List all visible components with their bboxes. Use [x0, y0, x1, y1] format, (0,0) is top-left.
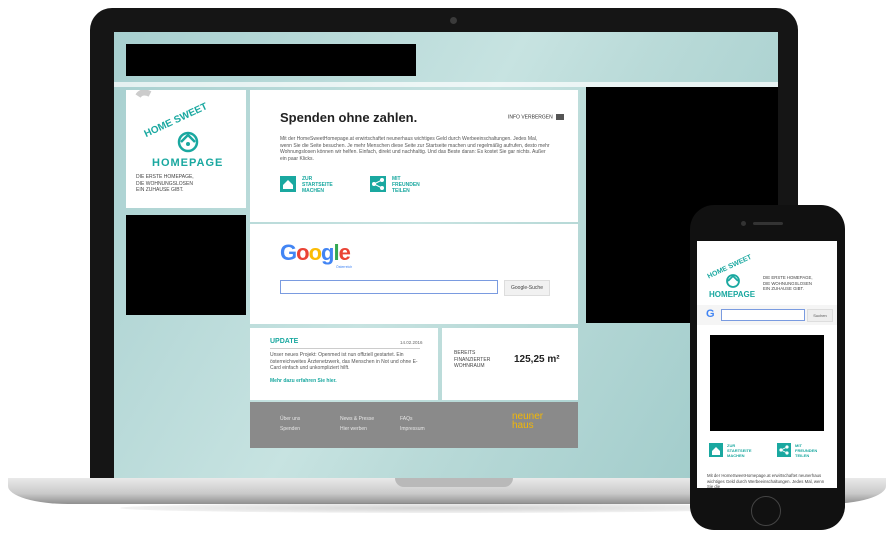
share-friends-label: MIT FREUNDEN TEILEN — [392, 176, 420, 194]
mobile-make-homepage-button[interactable]: ZUR STARTSEITE MACHEN — [709, 443, 769, 465]
hide-info-button[interactable]: INFO VERBERGEN — [508, 114, 565, 121]
mobile-share-button[interactable]: MIT FREUNDEN TEILEN — [777, 443, 837, 465]
footer-link-faqs[interactable]: FAQs — [400, 416, 413, 422]
house-heart-icon — [177, 131, 199, 153]
make-homepage-label: ZUR STARTSEITE MACHEN — [302, 176, 333, 194]
mobile-search-bar: G Suchen — [697, 305, 837, 325]
share-icon — [370, 176, 386, 192]
laptop-screen: HOME SWEET HOMEPAGE DIE ERSTE HOMEPAGE, … — [114, 32, 778, 478]
phone-speaker — [753, 222, 783, 225]
google-sub: Österreich — [336, 265, 353, 269]
update-text: Unser neues Projekt: Openmed ist nun off… — [270, 352, 418, 371]
update-panel: UPDATE 14.02.2016 Unser neues Projekt: O… — [250, 328, 438, 400]
mobile-house-heart-icon — [726, 274, 740, 288]
logo-panel: HOME SWEET HOMEPAGE DIE ERSTE HOMEPAGE, … — [126, 89, 246, 208]
google-g-icon: G — [706, 308, 715, 320]
update-label: UPDATE — [270, 338, 299, 345]
mobile-share-icon — [777, 443, 791, 457]
share-friends-button[interactable]: MIT FREUNDEN TEILEN — [370, 176, 450, 200]
mobile-ad[interactable] — [710, 335, 824, 431]
intro-panel: Spenden ohne zahlen. INFO VERBERGEN Mit … — [250, 90, 578, 222]
footer-link-advertise[interactable]: Hier werben — [340, 426, 367, 432]
footer-link-news[interactable]: News & Presse — [340, 416, 374, 422]
phone-camera — [741, 221, 746, 226]
logo-bottom-text: HOMEPAGE — [152, 157, 223, 169]
ad-left[interactable] — [126, 215, 246, 315]
ad-banner-top[interactable] — [126, 44, 416, 76]
mobile-logo-bottom: HOMEPAGE — [709, 290, 756, 299]
mobile-share-label: MIT FREUNDEN TEILEN — [795, 443, 818, 458]
home-sweet-homepage-logo[interactable]: HOME SWEET HOMEPAGE — [126, 89, 246, 170]
intro-title: Spenden ohne zahlen. — [280, 110, 418, 125]
search-input[interactable] — [280, 280, 498, 294]
mobile-search-input[interactable] — [721, 309, 805, 321]
mobile-logo[interactable]: HOME SWEET HOMEPAGE — [701, 249, 763, 301]
mobile-house-icon — [709, 443, 723, 457]
mobile-make-homepage-label: ZUR STARTSEITE MACHEN — [727, 443, 752, 458]
intro-text: Mit der HomeSweetHomepage.at erwirtschaf… — [280, 136, 550, 162]
footer-link-about[interactable]: Über uns — [280, 416, 300, 422]
footer: Über uns Spenden News & Presse Hier werb… — [250, 402, 578, 448]
laptop-camera — [450, 17, 457, 24]
tagline: DIE ERSTE HOMEPAGE, DIE WOHNUNGSLOSEN EI… — [136, 174, 194, 193]
phone-home-button[interactable] — [751, 496, 781, 526]
laptop-notch — [395, 478, 513, 487]
update-link[interactable]: Mehr dazu erfahren Sie hier. — [270, 378, 337, 384]
phone-screen: HOME SWEET HOMEPAGE DIE ERSTE HOMEPAGE, … — [697, 241, 837, 488]
footer-link-imprint[interactable]: Impressum — [400, 426, 425, 432]
house-icon — [280, 176, 296, 192]
make-homepage-button[interactable]: ZUR STARTSEITE MACHEN — [280, 176, 350, 200]
update-divider — [270, 348, 420, 349]
google-search-button[interactable]: Google-Suche — [504, 280, 550, 296]
mobile-intro-text: Mit der HomeSweetHomepage.at erwirtschaf… — [707, 473, 825, 488]
neunerhaus-logo-line2: haus — [512, 420, 534, 431]
stats-panel: BEREITS FINANZIERTER WOHNRAUM 125,25 m² — [442, 328, 578, 400]
logo-top-text: HOME SWEET — [143, 101, 210, 140]
stats-value: 125,25 m² — [514, 354, 560, 365]
mobile-tagline: DIE ERSTE HOMEPAGE, DIE WOHNUNGSLOSEN EI… — [763, 275, 813, 291]
neunerhaus-logo[interactable]: neuner haus — [512, 412, 543, 431]
update-date: 14.02.2016 — [400, 340, 423, 345]
hide-info-label: INFO VERBERGEN — [508, 114, 553, 121]
mobile-search-button[interactable]: Suchen — [807, 309, 833, 322]
stats-label: BEREITS FINANZIERTER WOHNRAUM — [454, 350, 491, 369]
search-panel: Google Österreich Google-Suche — [250, 224, 578, 324]
google-logo: Google — [280, 240, 351, 265]
footer-link-donate[interactable]: Spenden — [280, 426, 300, 432]
laptop-shadow — [120, 503, 770, 513]
minus-icon — [556, 114, 565, 120]
